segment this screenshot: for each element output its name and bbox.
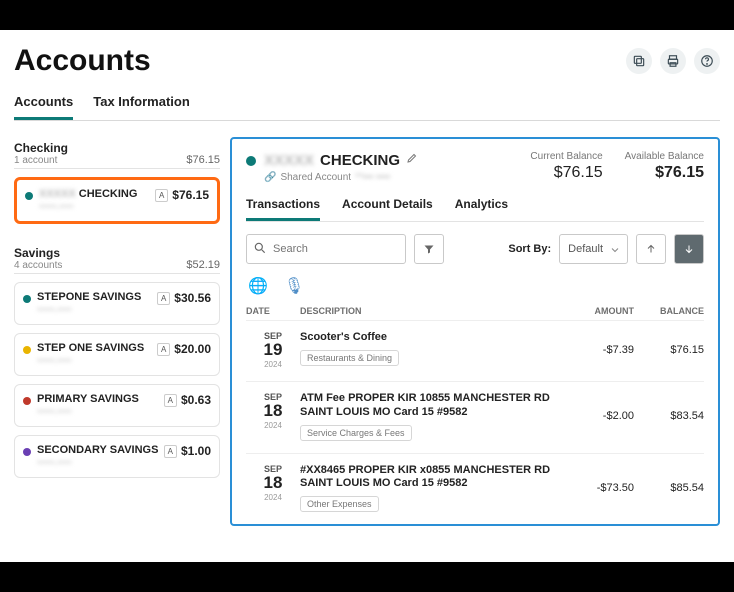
- account-card[interactable]: XXXXX CHECKING *****-**** A $76.15: [14, 177, 220, 224]
- account-card[interactable]: PRIMARY SAVINGS *****-**** A $0.63: [14, 384, 220, 427]
- tx-year: 2024: [246, 493, 300, 502]
- tx-month: SEP: [246, 464, 300, 474]
- account-badge: A: [157, 343, 170, 356]
- tab-tax-information[interactable]: Tax Information: [93, 94, 190, 120]
- group-title: Savings: [14, 246, 62, 260]
- account-dot-icon: [23, 346, 31, 354]
- edit-icon[interactable]: [406, 151, 418, 169]
- account-balance: $76.15: [172, 188, 209, 202]
- available-balance-value: $76.15: [625, 164, 704, 182]
- subtab-analytics[interactable]: Analytics: [455, 197, 508, 221]
- sortby-label: Sort By:: [508, 243, 551, 255]
- search-icon: [253, 241, 267, 260]
- print-icon[interactable]: [660, 48, 686, 74]
- account-mask: *****-****: [37, 459, 158, 469]
- transaction-row[interactable]: SEP 18 2024 #XX8465 PROPER KIR x0855 MAN…: [246, 454, 704, 525]
- account-dot-icon: [23, 448, 31, 456]
- group-sub: 1 account: [14, 155, 68, 166]
- account-dot-icon: [23, 397, 31, 405]
- transaction-row[interactable]: SEP 19 2024 Scooter's Coffee Restaurants…: [246, 321, 704, 382]
- accounts-sidebar: Checking 1 account $76.15 XXXXX CHECKING: [14, 137, 220, 526]
- tx-balance: $76.15: [634, 344, 704, 356]
- sort-value: Default: [568, 243, 603, 255]
- tx-title: #XX8465 PROPER KIR x0855 MANCHESTER RD S…: [300, 464, 554, 492]
- subtab-account-details[interactable]: Account Details: [342, 197, 433, 221]
- tx-day: 19: [246, 341, 300, 358]
- group-title: Checking: [14, 141, 68, 155]
- tx-title: Scooter's Coffee: [300, 331, 554, 345]
- account-name: STEP ONE SAVINGS: [37, 342, 144, 354]
- account-name-prefix: XXXXX: [39, 188, 76, 200]
- page-title: Accounts: [14, 44, 151, 78]
- tx-category[interactable]: Other Expenses: [300, 496, 379, 512]
- shared-label: Shared Account: [280, 172, 351, 183]
- link-icon: 🔗: [264, 172, 276, 183]
- tx-balance: $85.54: [634, 482, 704, 494]
- tx-category[interactable]: Restaurants & Dining: [300, 350, 399, 366]
- available-balance-label: Available Balance: [625, 151, 704, 162]
- tab-accounts[interactable]: Accounts: [14, 94, 73, 120]
- tx-amount: -$7.39: [564, 344, 634, 356]
- current-balance-label: Current Balance: [530, 151, 602, 162]
- tx-day: 18: [246, 402, 300, 419]
- subtab-transactions[interactable]: Transactions: [246, 197, 320, 221]
- account-balance: $0.63: [181, 393, 211, 407]
- tx-amount: -$73.50: [564, 482, 634, 494]
- col-date: DATE: [246, 306, 300, 316]
- account-mask: *****-****: [37, 408, 139, 418]
- account-dot-icon: [25, 192, 33, 200]
- shared-mask: **••• ••••: [355, 172, 390, 183]
- help-icon[interactable]: [694, 48, 720, 74]
- account-balance: $1.00: [181, 444, 211, 458]
- account-badge: A: [164, 394, 177, 407]
- account-mask: *****-****: [39, 203, 137, 213]
- account-dot-icon: [23, 295, 31, 303]
- sort-select[interactable]: Default: [559, 234, 628, 264]
- account-mask: *****-****: [37, 357, 144, 367]
- transaction-row[interactable]: SEP 18 2024 ATM Fee PROPER KIR 10855 MAN…: [246, 382, 704, 454]
- account-name: PRIMARY SAVINGS: [37, 393, 139, 405]
- current-balance-value: $76.15: [530, 164, 602, 182]
- tx-year: 2024: [246, 360, 300, 369]
- account-card[interactable]: SECONDARY SAVINGS *****-**** A $1.00: [14, 435, 220, 478]
- tx-category[interactable]: Service Charges & Fees: [300, 425, 412, 441]
- search-input[interactable]: [246, 234, 406, 264]
- sort-asc-button[interactable]: [636, 234, 666, 264]
- tx-balance: $83.54: [634, 410, 704, 422]
- account-balance: $30.56: [174, 291, 211, 305]
- account-badge: A: [155, 189, 168, 202]
- sort-desc-button[interactable]: [674, 234, 704, 264]
- panel-dot-icon: [246, 156, 256, 166]
- account-badge: A: [164, 445, 177, 458]
- account-card[interactable]: STEPONE SAVINGS *****-**** A $30.56: [14, 282, 220, 325]
- account-card[interactable]: STEP ONE SAVINGS *****-**** A $20.00: [14, 333, 220, 376]
- tx-day: 18: [246, 474, 300, 491]
- group-total: $52.19: [186, 259, 220, 271]
- account-balance: $20.00: [174, 342, 211, 356]
- panel-title-prefix: XXXXX: [264, 152, 314, 169]
- col-desc: DESCRIPTION: [300, 306, 564, 316]
- copy-icon[interactable]: [626, 48, 652, 74]
- tx-year: 2024: [246, 421, 300, 430]
- account-name: CHECKING: [79, 188, 138, 200]
- account-name: STEPONE SAVINGS: [37, 291, 141, 303]
- panel-title: CHECKING: [320, 152, 400, 169]
- col-balance: BALANCE: [634, 306, 704, 316]
- account-name: SECONDARY SAVINGS: [37, 444, 158, 456]
- account-badge: A: [157, 292, 170, 305]
- tx-amount: -$2.00: [564, 410, 634, 422]
- group-sub: 4 accounts: [14, 260, 62, 271]
- account-detail-panel: XXXXX CHECKING 🔗 Shared Account **••• ••…: [230, 137, 720, 526]
- group-total: $76.15: [186, 154, 220, 166]
- tx-title: ATM Fee PROPER KIR 10855 MANCHESTER RD S…: [300, 392, 554, 420]
- filter-button[interactable]: [414, 234, 444, 264]
- globe-icon[interactable]: 🌐: [248, 276, 268, 296]
- chevron-down-icon: [609, 244, 621, 256]
- account-mask: *****-****: [37, 306, 141, 316]
- microphone-icon[interactable]: 🎙: [284, 276, 304, 296]
- col-amount: AMOUNT: [564, 306, 634, 316]
